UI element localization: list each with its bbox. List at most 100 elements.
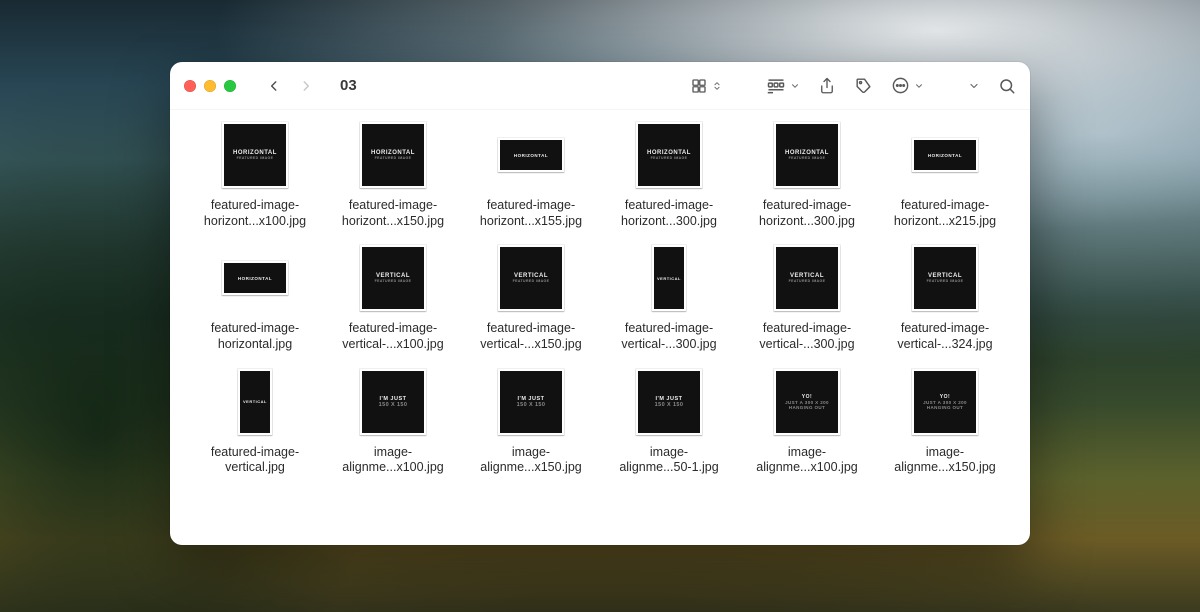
thumbnail-text-line2: 150 X 150 — [379, 402, 408, 408]
grid-view-icon — [690, 77, 708, 95]
thumbnail-frame: I'M JUST150 X 150 — [494, 365, 568, 439]
file-name-line1: featured-image- — [480, 198, 582, 214]
chevron-down-icon — [968, 80, 980, 92]
file-name-label[interactable]: featured-image-horizont...x150.jpg — [342, 198, 444, 229]
toolbar-overflow-button[interactable] — [968, 73, 980, 99]
file-item[interactable]: I'M JUST150 X 150 image-alignme...x150.jp… — [470, 365, 592, 476]
file-name-line1: featured-image- — [621, 198, 717, 214]
search-button[interactable] — [998, 73, 1016, 99]
file-item[interactable]: I'M JUST150 X 150 image-alignme...x100.jp… — [332, 365, 454, 476]
thumbnail-text-line1: HORIZONTAL — [514, 153, 548, 158]
thumbnail-text-line2: FEATURED IMAGE — [651, 156, 688, 160]
file-name-line2: horizontal.jpg — [211, 337, 299, 353]
file-item[interactable]: VERTICALFEATURED IMAGE featured-image-ver… — [884, 241, 1006, 352]
thumbnail-frame: VERTICALFEATURED IMAGE — [908, 241, 982, 315]
thumbnail-frame: HORIZONTAL — [218, 241, 292, 315]
thumbnail-text-line2: FEATURED IMAGE — [513, 279, 550, 283]
file-name-label[interactable]: featured-image-vertical-...x150.jpg — [480, 321, 581, 352]
file-item[interactable]: I'M JUST150 X 150 image-alignme...50-1.jp… — [608, 365, 730, 476]
thumbnail-text-line1: VERTICAL — [243, 399, 267, 404]
thumbnail-text-line2: FEATURED IMAGE — [237, 156, 274, 160]
file-item[interactable]: YO!JUST A 300 X 200HANGING OUTimage-alig… — [746, 365, 868, 476]
edit-tags-button[interactable] — [854, 73, 873, 99]
window-title: 03 — [340, 77, 357, 94]
file-name-label[interactable]: featured-image-vertical-...x100.jpg — [342, 321, 443, 352]
file-name-line2: vertical.jpg — [211, 460, 299, 476]
file-item[interactable]: HORIZONTAL featured-image-horizont...x215… — [884, 118, 1006, 229]
file-item[interactable]: HORIZONTALFEATURED IMAGE featured-image-h… — [194, 118, 316, 229]
file-name-label[interactable]: featured-image-horizont...300.jpg — [621, 198, 717, 229]
file-item[interactable]: HORIZONTAL featured-image-horizont...x155… — [470, 118, 592, 229]
file-item[interactable]: YO!JUST A 300 X 200HANGING OUTimage-alig… — [884, 365, 1006, 476]
thumbnail: I'M JUST150 X 150 — [360, 369, 426, 435]
file-name-line1: image- — [619, 445, 718, 461]
file-name-line1: featured-image- — [480, 321, 581, 337]
thumbnail: I'M JUST150 X 150 — [636, 369, 702, 435]
file-name-label[interactable]: featured-image-horizont...x155.jpg — [480, 198, 582, 229]
file-name-line1: featured-image- — [759, 321, 854, 337]
file-name-label[interactable]: image-alignme...x100.jpg — [756, 445, 857, 476]
file-name-line1: featured-image- — [204, 198, 306, 214]
thumbnail: HORIZONTALFEATURED IMAGE — [360, 122, 426, 188]
chevron-down-icon — [914, 81, 924, 91]
file-name-label[interactable]: image-alignme...50-1.jpg — [619, 445, 718, 476]
thumbnail-frame: HORIZONTALFEATURED IMAGE — [218, 118, 292, 192]
file-name-label[interactable]: featured-image-horizont...300.jpg — [759, 198, 855, 229]
thumbnail-text-line3: HANGING OUT — [789, 405, 825, 410]
thumbnail: HORIZONTAL — [912, 138, 978, 172]
file-name-label[interactable]: featured-image-horizont...x215.jpg — [894, 198, 996, 229]
close-window-button[interactable] — [184, 80, 196, 92]
file-name-line2: horizont...x155.jpg — [480, 214, 582, 230]
tag-icon — [854, 76, 873, 95]
file-name-line2: horizont...x100.jpg — [204, 214, 306, 230]
back-button[interactable] — [260, 73, 288, 99]
file-name-line2: vertical-...300.jpg — [759, 337, 854, 353]
file-item[interactable]: VERTICALFEATURED IMAGEfeatured-image-ver… — [746, 241, 868, 352]
thumbnail-text-line2: 150 X 150 — [655, 402, 684, 408]
thumbnail: HORIZONTAL — [498, 138, 564, 172]
thumbnail-frame: HORIZONTAL — [908, 118, 982, 192]
thumbnail-text-line1: HORIZONTAL — [238, 276, 272, 281]
thumbnail: HORIZONTAL — [222, 261, 288, 295]
file-name-label[interactable]: image-alignme...x150.jpg — [894, 445, 995, 476]
file-name-line1: featured-image- — [621, 321, 716, 337]
file-name-line1: image- — [756, 445, 857, 461]
file-name-label[interactable]: featured-image-vertical-...300.jpg — [621, 321, 716, 352]
file-name-label[interactable]: featured-image-vertical.jpg — [211, 445, 299, 476]
file-item[interactable]: HORIZONTALFEATURED IMAGE featured-image-h… — [608, 118, 730, 229]
file-item[interactable]: VERTICALFEATURED IMAGEfeatured-image-ver… — [470, 241, 592, 352]
file-item[interactable]: HORIZONTALFEATURED IMAGE featured-image-h… — [746, 118, 868, 229]
thumbnail-frame: VERTICALFEATURED IMAGE — [356, 241, 430, 315]
file-item[interactable]: VERTICALFEATURED IMAGE featured-image-ver… — [332, 241, 454, 352]
thumbnail: VERTICALFEATURED IMAGE — [360, 245, 426, 311]
file-name-label[interactable]: featured-image-horizontal.jpg — [211, 321, 299, 352]
thumbnail-frame: VERTICAL — [218, 365, 292, 439]
more-actions-button[interactable] — [891, 73, 924, 99]
forward-button[interactable] — [292, 73, 320, 99]
file-name-label[interactable]: featured-image-vertical-...300.jpg — [759, 321, 854, 352]
zoom-window-button[interactable] — [224, 80, 236, 92]
file-name-label[interactable]: image-alignme...x150.jpg — [480, 445, 581, 476]
thumbnail-frame: HORIZONTALFEATURED IMAGE — [632, 118, 706, 192]
thumbnail: HORIZONTALFEATURED IMAGE — [774, 122, 840, 188]
file-item[interactable]: VERTICALfeatured-image-vertical-...300.j… — [608, 241, 730, 352]
file-name-label[interactable]: featured-image-vertical-...324.jpg — [897, 321, 992, 352]
thumbnail-text-line3: HANGING OUT — [927, 405, 963, 410]
file-item[interactable]: HORIZONTAL featured-image-horizontal.jpg — [194, 241, 316, 352]
file-name-line1: image- — [894, 445, 995, 461]
thumbnail: VERTICALFEATURED IMAGE — [912, 245, 978, 311]
file-item[interactable]: HORIZONTALFEATURED IMAGE featured-image-h… — [332, 118, 454, 229]
share-button[interactable] — [818, 73, 836, 99]
icon-grid-area[interactable]: HORIZONTALFEATURED IMAGEfeatured-image-h… — [170, 110, 1030, 545]
view-as-icons-button[interactable] — [690, 73, 722, 99]
group-by-button[interactable] — [766, 73, 800, 99]
file-name-label[interactable]: image-alignme...x100.jpg — [342, 445, 443, 476]
toolbar-right — [690, 73, 1016, 99]
file-item[interactable]: VERTICAL featured-image-vertical.jpg — [194, 365, 316, 476]
file-name-label[interactable]: featured-image-horizont...x100.jpg — [204, 198, 306, 229]
thumbnail-frame: I'M JUST150 X 150 — [356, 365, 430, 439]
file-name-line1: featured-image- — [894, 198, 996, 214]
file-name-line1: featured-image- — [897, 321, 992, 337]
file-name-line2: vertical-...324.jpg — [897, 337, 992, 353]
minimize-window-button[interactable] — [204, 80, 216, 92]
